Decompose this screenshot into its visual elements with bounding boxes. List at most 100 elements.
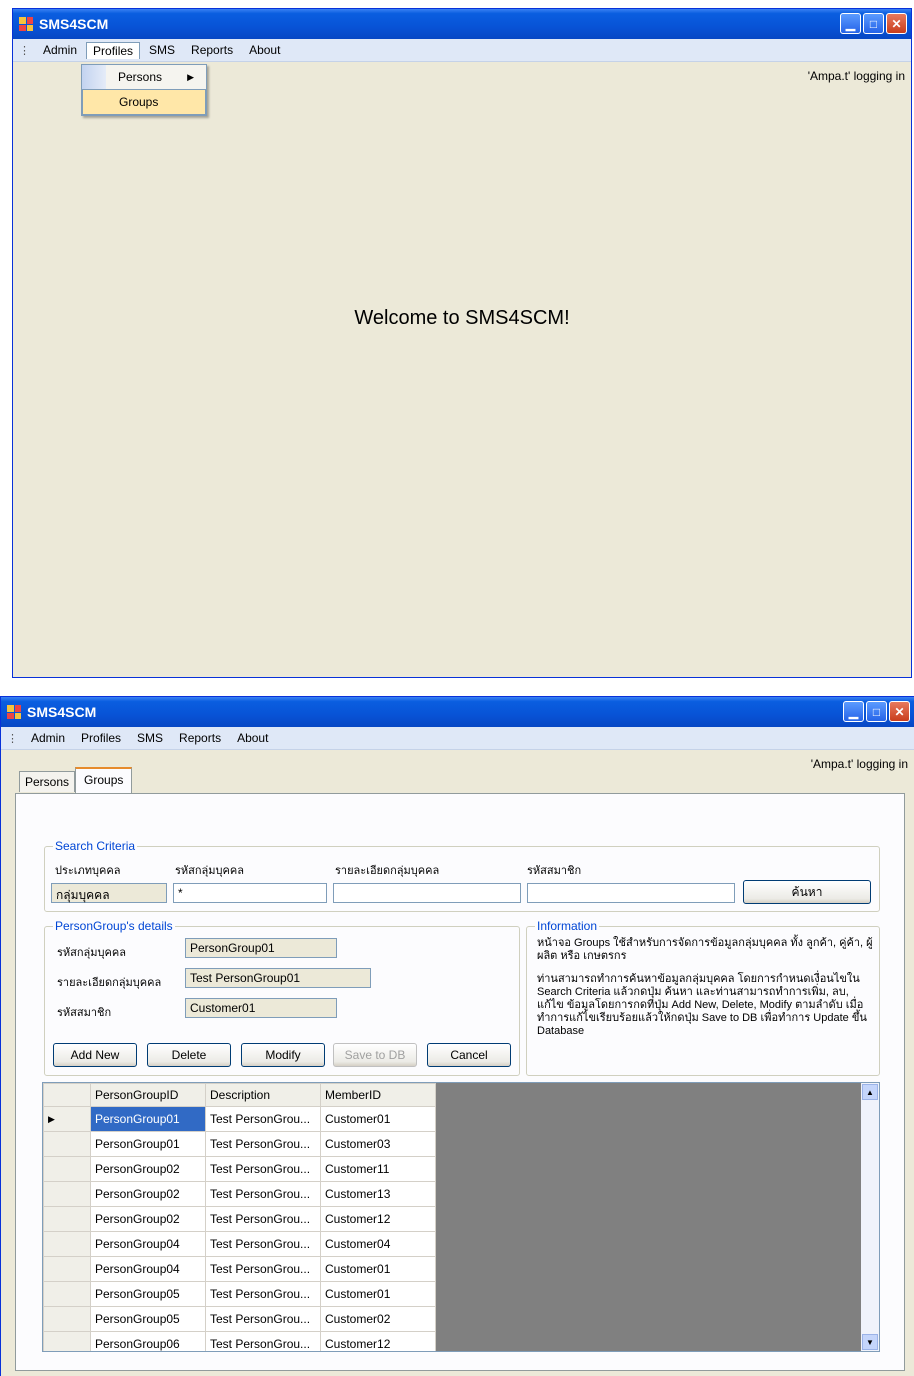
maximize-button[interactable]: □ [866,701,887,722]
table-row[interactable]: PersonGroup02 Test PersonGrou... Customer1… [43,1181,436,1207]
menu-reports[interactable]: Reports [184,41,240,59]
row-header[interactable] [43,1306,91,1332]
menu-about[interactable]: About [230,729,275,747]
table-cell[interactable]: Test PersonGrou... [205,1231,321,1257]
detail-group-id-field[interactable]: PersonGroup01 [185,938,337,958]
search-button[interactable]: ค้นหา [743,880,871,904]
table-cell[interactable]: PersonGroup02 [90,1181,206,1207]
member-input[interactable] [527,883,735,903]
menu-admin[interactable]: Admin [24,729,72,747]
menu-about[interactable]: About [242,41,287,59]
modify-button[interactable]: Modify [241,1043,325,1067]
table-cell[interactable]: Customer13 [320,1181,436,1207]
table-row[interactable]: PersonGroup02 Test PersonGrou... Customer1… [43,1206,436,1232]
table-cell[interactable]: Test PersonGrou... [205,1306,321,1332]
tab-persons[interactable]: Persons [19,771,76,792]
row-header[interactable] [43,1206,91,1232]
group-id-input[interactable]: * [173,883,327,903]
table-cell[interactable]: PersonGroup04 [90,1256,206,1282]
description-input[interactable] [333,883,521,903]
table-cell[interactable]: PersonGroup01 [90,1106,206,1132]
table-cell[interactable]: PersonGroup02 [90,1156,206,1182]
table-cell[interactable]: Test PersonGrou... [205,1106,321,1132]
row-header[interactable] [43,1131,91,1157]
table-cell[interactable]: Test PersonGrou... [205,1331,321,1351]
row-header[interactable] [43,1156,91,1182]
menu-sms[interactable]: SMS [142,41,182,59]
dropdown-item-persons[interactable]: Persons ▶ [82,65,206,89]
minimize-button[interactable]: ▁ [843,701,864,722]
menu-sms[interactable]: SMS [130,729,170,747]
close-button[interactable]: ✕ [889,701,910,722]
column-header-persongroupid[interactable]: PersonGroupID [90,1083,206,1107]
table-row[interactable]: PersonGroup02 Test PersonGrou... Customer1… [43,1156,436,1182]
table-cell[interactable]: Customer12 [320,1331,436,1351]
table-row[interactable]: PersonGroup04 Test PersonGrou... Customer0… [43,1256,436,1282]
table-row[interactable]: PersonGroup04 Test PersonGrou... Customer0… [43,1231,436,1257]
table-row[interactable]: PersonGroup06 Test PersonGrou... Customer1… [43,1331,436,1351]
table-cell[interactable]: Test PersonGrou... [205,1156,321,1182]
table-row[interactable]: ▶ PersonGroup01 Test PersonGrou... Customer… [43,1106,436,1132]
table-cell[interactable]: Customer04 [320,1231,436,1257]
column-header-description[interactable]: Description [205,1083,321,1107]
row-header[interactable] [43,1231,91,1257]
table-cell[interactable]: Customer03 [320,1131,436,1157]
menu-profiles[interactable]: Profiles [86,41,141,59]
row-header[interactable] [43,1281,91,1307]
current-row-indicator-icon[interactable]: ▶ [43,1106,91,1132]
person-group-grid[interactable]: PersonGroupID Description MemberID ▶ Pers… [42,1082,880,1352]
title-bar[interactable]: SMS4SCM ▁ □ ✕ [13,9,911,39]
table-cell[interactable]: PersonGroup05 [90,1281,206,1307]
table-row[interactable]: PersonGroup01 Test PersonGrou... Customer0… [43,1131,436,1157]
table-cell[interactable]: Customer01 [320,1256,436,1282]
save-to-db-button[interactable]: Save to DB [333,1043,417,1067]
cancel-button[interactable]: Cancel [427,1043,511,1067]
grip-icon: ⋮ [7,732,18,745]
information-paragraph-2: ท่านสามารถทำการค้นหาข้อมูลกลุ่มบุคคล โดย… [537,973,867,1037]
description-label: รายละเอียดกลุ่มบุคคล [335,865,440,877]
table-cell[interactable]: Customer01 [320,1281,436,1307]
menu-admin[interactable]: Admin [36,41,84,59]
scroll-down-icon[interactable]: ▼ [862,1334,878,1350]
table-row[interactable]: PersonGroup05 Test PersonGrou... Customer0… [43,1306,436,1332]
menu-profiles[interactable]: Profiles [74,729,128,747]
table-cell[interactable]: Customer02 [320,1306,436,1332]
detail-member-field[interactable]: Customer01 [185,998,337,1018]
table-cell[interactable]: PersonGroup01 [90,1131,206,1157]
title-bar[interactable]: SMS4SCM ▁ □ ✕ [1,697,914,727]
table-cell[interactable]: Test PersonGrou... [205,1206,321,1232]
grid-vertical-scrollbar[interactable]: ▲ ▼ [861,1083,879,1351]
table-cell[interactable]: PersonGroup02 [90,1206,206,1232]
table-cell[interactable]: Test PersonGrou... [205,1281,321,1307]
table-row[interactable]: PersonGroup05 Test PersonGrou... Customer0… [43,1281,436,1307]
row-header[interactable] [43,1331,91,1351]
table-cell[interactable]: Test PersonGrou... [205,1131,321,1157]
scroll-up-icon[interactable]: ▲ [862,1084,878,1100]
delete-button[interactable]: Delete [147,1043,231,1067]
window-title: SMS4SCM [39,16,109,32]
tab-groups[interactable]: Groups [75,767,133,793]
close-button[interactable]: ✕ [886,13,907,34]
type-field[interactable]: กลุ่มบุคคล [51,883,167,903]
minimize-button[interactable]: ▁ [840,13,861,34]
search-criteria-group: Search Criteria ประเภทบุคคล รหัสกลุ่มบุค… [44,839,880,912]
table-cell[interactable]: Test PersonGrou... [205,1256,321,1282]
table-cell[interactable]: PersonGroup04 [90,1231,206,1257]
window-title: SMS4SCM [27,704,97,720]
menu-reports[interactable]: Reports [172,729,228,747]
table-cell[interactable]: Test PersonGrou... [205,1181,321,1207]
menu-bar: ⋮ Admin Profiles SMS Reports About [13,39,911,62]
maximize-button[interactable]: □ [863,13,884,34]
table-cell[interactable]: Customer01 [320,1106,436,1132]
detail-description-field[interactable]: Test PersonGroup01 [185,968,371,988]
add-new-button[interactable]: Add New [53,1043,137,1067]
table-cell[interactable]: PersonGroup06 [90,1331,206,1351]
table-cell[interactable]: PersonGroup05 [90,1306,206,1332]
dropdown-item-groups[interactable]: Groups [82,89,206,115]
table-cell[interactable]: Customer12 [320,1206,436,1232]
tab-strip: Persons Groups [19,767,133,793]
column-header-memberid[interactable]: MemberID [320,1083,436,1107]
row-header[interactable] [43,1256,91,1282]
row-header[interactable] [43,1181,91,1207]
table-cell[interactable]: Customer11 [320,1156,436,1182]
